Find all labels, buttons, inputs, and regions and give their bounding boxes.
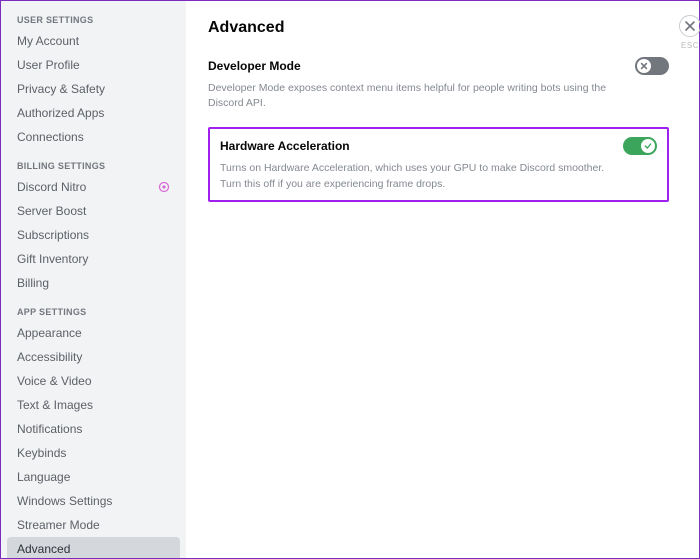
sidebar-item-label: Connections (17, 130, 84, 144)
setting-desc: Developer Mode exposes context menu item… (208, 81, 669, 111)
sidebar-item-label: Language (17, 470, 70, 484)
sidebar-item-label: Text & Images (17, 398, 93, 412)
sidebar-item-user-profile[interactable]: User Profile (7, 53, 180, 77)
setting-desc: Turns on Hardware Acceleration, which us… (220, 161, 657, 191)
sidebar-item-label: Appearance (17, 326, 82, 340)
close-button[interactable] (679, 15, 700, 37)
sidebar-item-subscriptions[interactable]: Subscriptions (7, 223, 180, 247)
sidebar-item-text-images[interactable]: Text & Images (7, 393, 180, 417)
sidebar-item-my-account[interactable]: My Account (7, 29, 180, 53)
sidebar-item-label: Voice & Video (17, 374, 92, 388)
sidebar-section-header: USER SETTINGS (7, 11, 180, 29)
setting-hardware-acceleration: Hardware Acceleration Turns on Hardware … (208, 127, 669, 201)
sidebar-item-notifications[interactable]: Notifications (7, 417, 180, 441)
sidebar-item-label: Authorized Apps (17, 106, 104, 120)
sidebar-item-label: User Profile (17, 58, 80, 72)
sidebar-item-accessibility[interactable]: Accessibility (7, 345, 180, 369)
sidebar-item-authorized-apps[interactable]: Authorized Apps (7, 101, 180, 125)
setting-developer-mode: Developer Mode Developer Mode exposes co… (208, 55, 669, 113)
sidebar-item-appearance[interactable]: Appearance (7, 321, 180, 345)
sidebar-item-privacy-safety[interactable]: Privacy & Safety (7, 77, 180, 101)
sidebar-item-label: Gift Inventory (17, 252, 88, 266)
sidebar-item-server-boost[interactable]: Server Boost (7, 199, 180, 223)
sidebar-item-label: Windows Settings (17, 494, 112, 508)
sidebar-item-label: Privacy & Safety (17, 82, 105, 96)
sidebar-section-header: BILLING SETTINGS (7, 149, 180, 175)
sidebar-item-voice-video[interactable]: Voice & Video (7, 369, 180, 393)
sidebar-section-header: APP SETTINGS (7, 295, 180, 321)
sidebar-item-streamer-mode[interactable]: Streamer Mode (7, 513, 180, 537)
developer-mode-toggle[interactable] (635, 57, 669, 75)
sidebar-item-label: Subscriptions (17, 228, 89, 242)
sidebar-item-connections[interactable]: Connections (7, 125, 180, 149)
nitro-badge-icon (158, 181, 170, 193)
sidebar-item-label: Billing (17, 276, 49, 290)
sidebar-item-label: Discord Nitro (17, 180, 86, 194)
close-hint: ESC (681, 41, 699, 50)
sidebar-item-keybinds[interactable]: Keybinds (7, 441, 180, 465)
sidebar-item-label: Server Boost (17, 204, 86, 218)
sidebar-item-billing[interactable]: Billing (7, 271, 180, 295)
sidebar-item-label: Advanced (17, 542, 70, 556)
sidebar-item-advanced[interactable]: Advanced (7, 537, 180, 558)
sidebar-item-label: Notifications (17, 422, 82, 436)
sidebar-item-label: My Account (17, 34, 79, 48)
sidebar-item-windows-settings[interactable]: Windows Settings (7, 489, 180, 513)
sidebar-item-language[interactable]: Language (7, 465, 180, 489)
sidebar-item-gift-inventory[interactable]: Gift Inventory (7, 247, 180, 271)
page-title: Advanced (208, 19, 669, 37)
settings-main: ESC Advanced Developer Mode Developer Mo… (186, 1, 699, 558)
setting-title: Developer Mode (208, 59, 301, 73)
sidebar-item-label: Keybinds (17, 446, 66, 460)
sidebar-item-label: Accessibility (17, 350, 82, 364)
hardware-acceleration-toggle[interactable] (623, 137, 657, 155)
sidebar-item-discord-nitro[interactable]: Discord Nitro (7, 175, 180, 199)
settings-sidebar: USER SETTINGS My Account User Profile Priva… (1, 1, 186, 558)
sidebar-item-label: Streamer Mode (17, 518, 100, 532)
setting-title: Hardware Acceleration (220, 139, 350, 153)
